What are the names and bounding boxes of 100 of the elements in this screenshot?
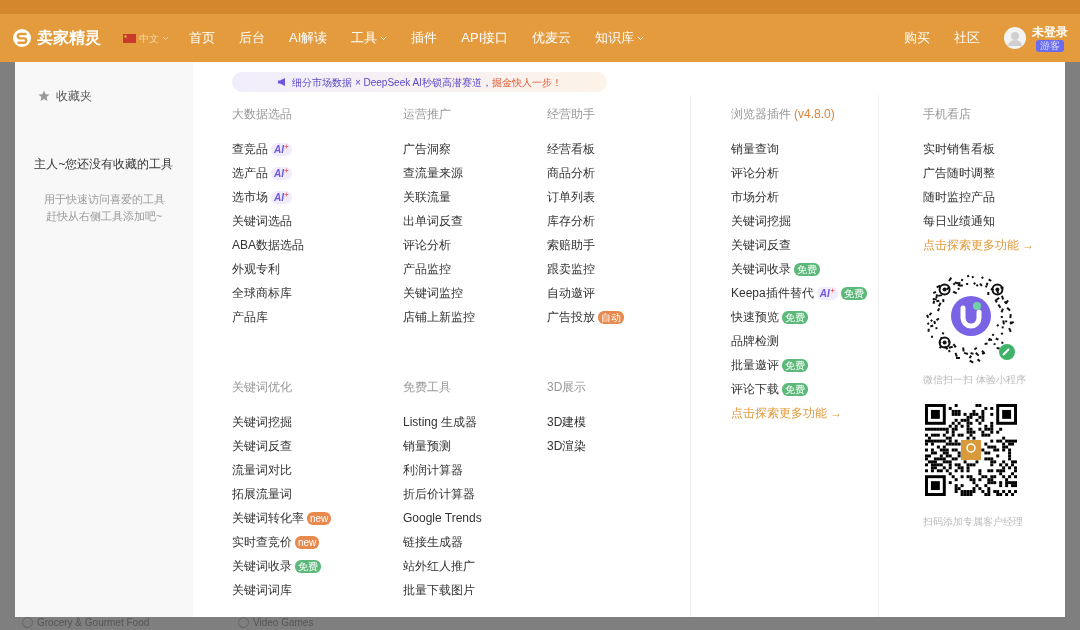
menu-link[interactable]: 关键词挖掘 <box>731 212 791 230</box>
menu-link[interactable]: 品牌检测 <box>731 332 779 350</box>
menu-link[interactable]: 3D渲染 <box>547 437 587 455</box>
menu-link[interactable]: 产品监控 <box>403 260 451 278</box>
menu-link[interactable]: 批量下载图片 <box>403 581 475 599</box>
menu-link[interactable]: 销量预测 <box>403 437 451 455</box>
sparkle-icon <box>284 143 289 149</box>
sparkle-icon <box>284 167 289 173</box>
menu-link[interactable]: Listing 生成器 <box>403 413 478 431</box>
menu-link[interactable]: 3D建模 <box>547 413 587 431</box>
menu-link[interactable]: 商品分析 <box>547 164 595 182</box>
menu-link[interactable]: 产品库 <box>232 308 268 326</box>
star-icon <box>38 90 50 102</box>
new-badge: new <box>295 535 320 549</box>
menu-link[interactable]: 链接生成器 <box>403 533 463 551</box>
menu-link[interactable]: 查竞品 <box>232 140 268 158</box>
free-badge: 免费 <box>782 310 808 324</box>
flag-icon <box>123 33 136 43</box>
section-title: 手机看店 <box>923 106 972 123</box>
banner-text: 细分市场数据 × DeepSeek AI秒锁高潜赛道，掘金快人一步！ <box>292 75 562 90</box>
menu-link[interactable]: 关键词转化率 <box>232 509 304 527</box>
free-badge: 免费 <box>840 286 867 300</box>
menu-link[interactable]: 店铺上新监控 <box>403 308 475 326</box>
free-badge: 免费 <box>794 262 820 276</box>
caret-icon <box>380 35 388 41</box>
version-label: (v4.8.0) <box>794 106 835 123</box>
menu-link[interactable]: Keepa插件替代 <box>731 284 814 302</box>
sparkle-icon <box>829 287 835 293</box>
menu-link[interactable]: 每日业绩通知 <box>923 212 995 230</box>
menu-link[interactable]: 折后价计算器 <box>403 485 475 503</box>
ai-badge: AI <box>271 142 292 156</box>
menu-link[interactable]: 自动邀评 <box>547 284 595 302</box>
brand-name: 卖家精灵 <box>37 28 101 48</box>
new-badge: new <box>307 511 332 525</box>
auto-badge: 自动 <box>598 310 624 324</box>
menu-link[interactable]: 评论分析 <box>731 164 779 182</box>
menu-link[interactable]: 出单词反查 <box>403 212 463 230</box>
menu-link[interactable]: 关键词反查 <box>232 437 292 455</box>
menu-link[interactable]: 查流量来源 <box>403 164 463 182</box>
menu-link[interactable]: 实时销售看板 <box>923 140 995 158</box>
menu-link[interactable]: 利润计算器 <box>403 461 463 479</box>
section-title: 大数据选品 <box>232 106 293 123</box>
caret-icon <box>637 35 645 41</box>
section-title: 3D展示 <box>547 379 588 396</box>
menu-link[interactable]: 关键词收录 <box>232 557 292 575</box>
menu-link[interactable]: 广告随时调整 <box>923 164 995 182</box>
menu-link[interactable]: 实时查竞价 <box>232 533 292 551</box>
sparkle-icon <box>284 191 289 197</box>
free-badge: 免费 <box>295 559 321 573</box>
favorites-title: 收藏夹 <box>56 88 92 105</box>
menu-link[interactable]: 站外红人推广 <box>403 557 475 575</box>
menu-link[interactable]: 关键词词库 <box>232 581 292 599</box>
menu-link[interactable]: 拓展流量词 <box>232 485 292 503</box>
empty-hint: 用于快速访问喜爱的工具 <box>42 192 166 207</box>
ai-badge: AI <box>271 166 292 180</box>
menu-link[interactable]: 全球商标库 <box>232 284 292 302</box>
menu-link[interactable]: 关键词收录 <box>731 260 791 278</box>
menu-link[interactable]: 索赔助手 <box>547 236 595 254</box>
empty-hint: 赶快从右侧工具添加吧~ <box>44 209 164 224</box>
menu-link[interactable]: 关键词反查 <box>731 236 791 254</box>
menu-link[interactable]: 经营看板 <box>547 140 595 158</box>
menu-link[interactable]: ABA数据选品 <box>232 236 304 254</box>
promo-banner[interactable]: 细分市场数据 × DeepSeek AI秒锁高潜赛道，掘金快人一步！ <box>232 72 607 92</box>
menu-link[interactable]: 流量词对比 <box>232 461 292 479</box>
logo-icon <box>12 28 32 48</box>
section-title: 运营推广 <box>403 106 452 123</box>
menu-link[interactable]: 快速预览 <box>731 308 779 326</box>
qr-caption: 扫码添加专属客户经理 <box>923 515 1024 529</box>
section-title: 关键词优化 <box>232 379 293 396</box>
menu-link[interactable]: 外观专利 <box>232 260 280 278</box>
menu-link[interactable]: 订单列表 <box>547 188 595 206</box>
caret-icon <box>162 35 169 41</box>
menu-link[interactable]: 批量邀评 <box>731 356 779 374</box>
empty-message: 主人~您还没有收藏的工具 <box>33 156 175 173</box>
menu-link[interactable]: 选产品 <box>232 164 268 182</box>
menu-link[interactable]: 关键词挖掘 <box>232 413 292 431</box>
guest-badge: 游客 <box>1036 39 1064 52</box>
menu-link[interactable]: 评论下载 <box>731 380 779 398</box>
free-badge: 免费 <box>782 358 808 372</box>
menu-link[interactable]: 关键词监控 <box>403 284 463 302</box>
menu-link[interactable]: 库存分析 <box>547 212 595 230</box>
menu-link[interactable]: 广告投放 <box>547 308 595 326</box>
menu-link[interactable]: 跟卖监控 <box>547 260 595 278</box>
menu-link[interactable]: 广告洞察 <box>403 140 451 158</box>
section-title: 免费工具 <box>403 379 452 396</box>
menu-link[interactable]: 市场分析 <box>731 188 779 206</box>
menu-link[interactable]: 选市场 <box>232 188 268 206</box>
menu-link[interactable]: Google Trends <box>403 509 482 527</box>
menu-link[interactable]: 评论分析 <box>403 236 451 254</box>
section-title: 经营助手 <box>547 106 596 123</box>
section-title: 浏览器插件 <box>731 106 791 123</box>
free-badge: 免费 <box>782 382 808 396</box>
menu-link[interactable]: 关键词选品 <box>232 212 292 230</box>
ai-badge: AI <box>816 286 838 300</box>
menu-link[interactable]: 销量查询 <box>731 140 779 158</box>
menu-link[interactable]: 关联流量 <box>403 188 451 206</box>
megaphone-icon <box>277 77 288 87</box>
ai-badge: AI <box>271 190 292 204</box>
avatar-icon <box>1004 27 1026 49</box>
menu-link[interactable]: 随时监控产品 <box>923 188 995 206</box>
